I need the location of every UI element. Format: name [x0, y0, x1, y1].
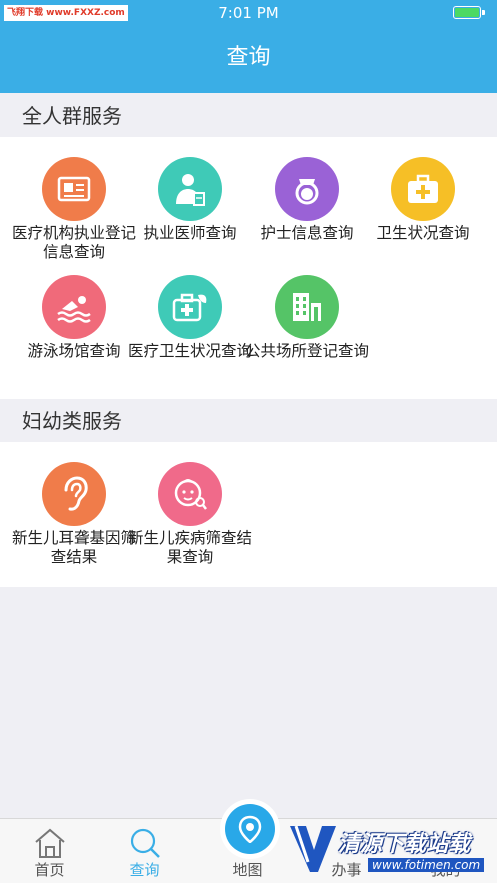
search-icon	[130, 828, 160, 858]
service-item-medical-hygiene[interactable]: 医疗卫生状况查询	[128, 275, 252, 385]
baby-icon	[158, 462, 222, 526]
service-item-newborn-disease[interactable]: 新生儿疾病筛查结果查询	[128, 462, 252, 572]
nurse-icon	[275, 157, 339, 221]
watermark-logo-icon	[290, 825, 336, 872]
status-time: 7:01 PM	[218, 4, 279, 22]
building-icon	[275, 275, 339, 339]
status-bar: 飞翔下载 www.FXXZ.com 7:01 PM	[0, 0, 497, 26]
service-item-label: 医疗卫生状况查询	[128, 342, 253, 360]
service-item-hygiene-status[interactable]: 卫生状况查询	[361, 157, 485, 267]
section-title: 妇幼类服务	[22, 409, 122, 433]
tab-label: 地图	[232, 861, 263, 879]
section-title: 全人群服务	[22, 104, 122, 128]
service-item-label: 公共场所登记查询	[245, 342, 370, 360]
service-item-doctor[interactable]: 执业医师查询	[128, 157, 252, 267]
service-grid-all-population: 医疗机构执业登记信息查询 执业医师查询 护士信息查询 卫生状况查询 游泳场馆查询…	[0, 137, 497, 399]
service-item-label: 卫生状况查询	[376, 224, 470, 242]
doctor-icon	[158, 157, 222, 221]
first-aid-kit-icon	[391, 157, 455, 221]
service-item-label: 执业医师查询	[143, 224, 237, 242]
service-item-label: 医疗机构执业登记信息查询	[12, 224, 137, 261]
tab-label: 首页	[34, 861, 65, 879]
watermark-title: 清源下载站载	[338, 832, 471, 857]
service-item-label: 新生儿疾病筛查结果查询	[128, 529, 253, 566]
service-item-label: 护士信息查询	[260, 224, 354, 242]
battery-icon	[453, 6, 481, 19]
service-grid-maternal-child: 新生儿耳聋基因筛查结果 新生儿疾病筛查结果查询	[0, 442, 497, 587]
service-item-label: 游泳场馆查询	[27, 342, 121, 360]
navigation-bar: 查询	[0, 26, 497, 93]
tab-search[interactable]: 查询	[95, 819, 194, 883]
service-item-newborn-deafness[interactable]: 新生儿耳聋基因筛查结果	[12, 462, 136, 572]
home-icon	[35, 828, 65, 858]
section-header-all-population: 全人群服务	[0, 95, 497, 137]
tab-map[interactable]: 地图	[198, 819, 297, 883]
service-item-swimming-venue[interactable]: 游泳场馆查询	[12, 275, 136, 385]
watermark-url: www.fotimen.com	[368, 858, 485, 872]
tab-home[interactable]: 首页	[0, 819, 99, 883]
ear-icon	[42, 462, 106, 526]
battery-tip	[482, 10, 485, 15]
service-item-medical-institution[interactable]: 医疗机构执业登记信息查询	[12, 157, 136, 267]
medical-bag-icon	[158, 275, 222, 339]
certificate-icon	[42, 157, 106, 221]
page-title: 查询	[226, 45, 271, 70]
service-item-nurse[interactable]: 护士信息查询	[245, 157, 369, 267]
tab-label: 查询	[129, 861, 160, 879]
service-item-public-place[interactable]: 公共场所登记查询	[245, 275, 369, 385]
service-item-label: 新生儿耳聋基因筛查结果	[12, 529, 137, 566]
swimming-icon	[42, 275, 106, 339]
watermark: 清源下载站载 www.fotimen.com	[288, 820, 488, 882]
section-header-maternal-child: 妇幼类服务	[0, 400, 497, 442]
